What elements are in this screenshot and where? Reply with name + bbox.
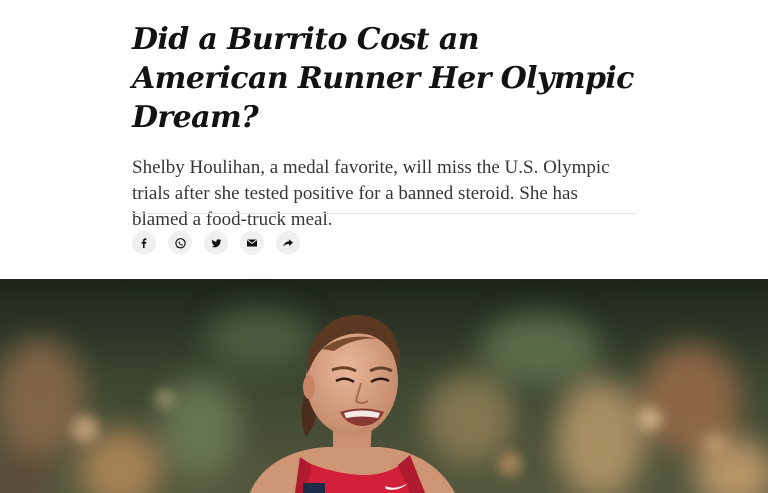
runner-photo — [0, 279, 768, 493]
share-email-button[interactable] — [240, 231, 264, 255]
article-summary: Shelby Houlihan, a medal favorite, will … — [132, 157, 610, 230]
share-toolbar — [132, 231, 300, 255]
facebook-icon — [141, 238, 147, 248]
email-icon — [247, 239, 257, 247]
whatsapp-icon — [174, 237, 186, 249]
headline: Did a Burrito Cost an American Runner He… — [132, 22, 634, 135]
share-icon — [283, 239, 293, 247]
divider — [132, 213, 637, 214]
article-header: Did a Burrito Cost an American Runner He… — [132, 0, 637, 233]
share-twitter-button[interactable] — [204, 231, 228, 255]
share-more-button[interactable] — [276, 231, 300, 255]
twitter-icon — [211, 238, 221, 247]
share-facebook-button[interactable] — [132, 231, 156, 255]
hero-photo[interactable] — [0, 279, 768, 493]
share-whatsapp-button[interactable] — [168, 231, 192, 255]
